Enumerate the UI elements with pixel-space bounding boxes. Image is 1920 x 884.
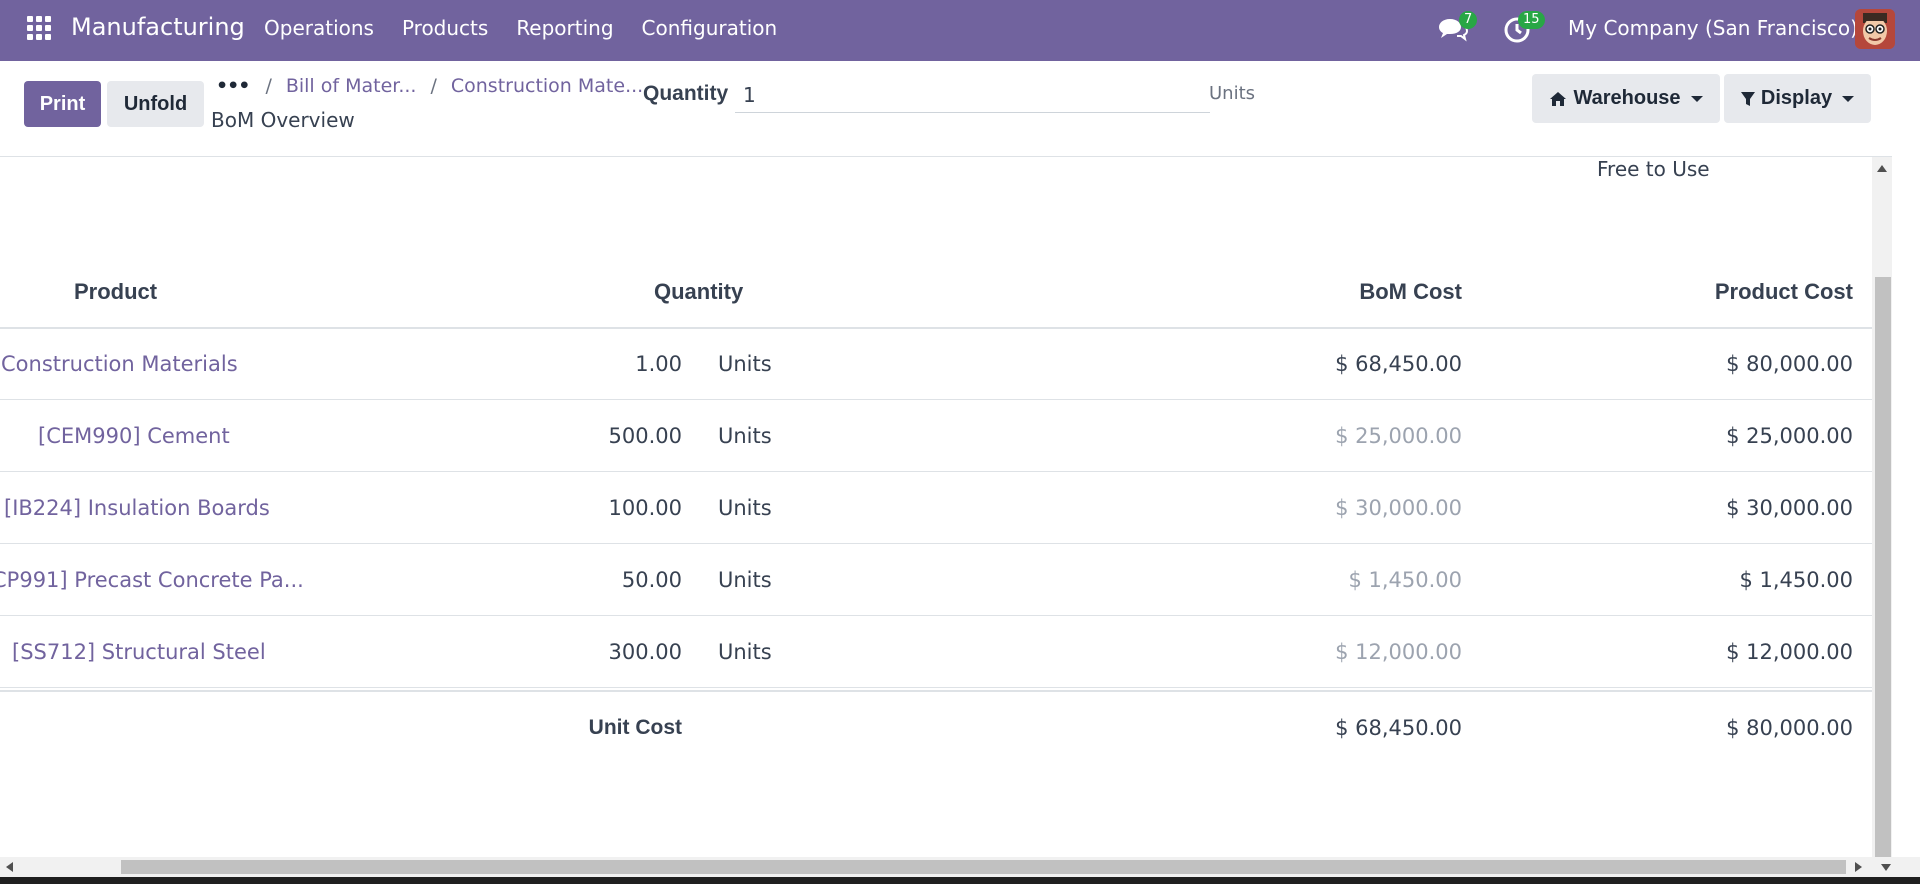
user-avatar[interactable]	[1855, 9, 1895, 49]
app-brand[interactable]: Manufacturing	[71, 13, 245, 41]
vertical-scroll-thumb[interactable]	[1875, 277, 1891, 857]
display-dropdown-button[interactable]: Display	[1724, 74, 1871, 123]
row-bom-cost: $ 30,000.00	[1335, 496, 1462, 520]
scroll-up-arrow-icon[interactable]	[1877, 165, 1887, 172]
row-bom-cost: $ 12,000.00	[1335, 640, 1462, 664]
right-margin	[1892, 61, 1920, 857]
row-unit: Units	[718, 496, 772, 520]
home-icon	[1549, 91, 1567, 107]
header-product-cost: Product Cost	[1714, 279, 1853, 304]
horizontal-scrollbar[interactable]	[0, 857, 1872, 877]
menu-products[interactable]: Products	[402, 16, 488, 40]
bom-report: Free to Use Product Quantity BoM Cost Pr…	[0, 157, 1872, 857]
top-navbar: Manufacturing Operations Products Report…	[0, 0, 1920, 61]
table-row: [IB224] Insulation Boards 100.00 Units $…	[0, 472, 1872, 544]
product-link[interactable]: [SS712] Structural Steel	[12, 640, 266, 664]
breadcrumb-construction-materials[interactable]: Construction Mate...	[451, 75, 643, 97]
scroll-left-arrow-icon[interactable]	[6, 862, 13, 872]
row-quantity: 50.00	[621, 568, 682, 592]
row-product-cost: $ 30,000.00	[1726, 496, 1853, 520]
row-quantity: 300.00	[608, 640, 682, 664]
chevron-down-icon	[1842, 95, 1855, 102]
unit-cost-label: Unit Cost	[588, 716, 682, 739]
row-bom-cost: $ 68,450.00	[1335, 352, 1462, 376]
page-title: BoM Overview	[211, 108, 355, 132]
unfold-button[interactable]: Unfold	[107, 81, 204, 127]
menu-configuration[interactable]: Configuration	[642, 16, 778, 40]
row-product-cost: $ 25,000.00	[1726, 424, 1853, 448]
header-bom-cost: BoM Cost	[1359, 279, 1462, 304]
header-quantity: Quantity	[654, 279, 744, 304]
scrollbar-corner	[1872, 857, 1920, 877]
taskbar-edge	[0, 877, 1920, 884]
breadcrumb-separator: /	[265, 75, 272, 97]
table-row: [SS712] Structural Steel 300.00 Units $ …	[0, 616, 1872, 688]
row-unit: Units	[718, 568, 772, 592]
scroll-right-arrow-icon[interactable]	[1855, 862, 1862, 872]
display-label: Display	[1760, 87, 1833, 109]
product-link[interactable]: [IB224] Insulation Boards	[4, 496, 270, 520]
row-product-cost: $ 12,000.00	[1726, 640, 1853, 664]
table-row: CP991] Precast Concrete Pa... 50.00 Unit…	[0, 544, 1872, 616]
breadcrumb-separator: /	[430, 75, 437, 97]
row-unit: Units	[718, 640, 772, 664]
header-product: Product	[74, 279, 158, 304]
row-bom-cost: $ 1,450.00	[1348, 568, 1462, 592]
messages-count-badge: 7	[1459, 11, 1478, 29]
total-row: Unit Cost $ 68,450.00 $ 80,000.00	[0, 690, 1872, 762]
filter-icon	[1740, 91, 1755, 107]
vertical-scrollbar[interactable]	[1872, 157, 1892, 857]
free-to-use-label: Free to Use	[1597, 157, 1710, 181]
breadcrumb: ••• / Bill of Mater... / Construction Ma…	[216, 75, 657, 97]
quantity-input[interactable]	[735, 77, 1210, 113]
table-row: [CEM990] Cement 500.00 Units $ 25,000.00…	[0, 400, 1872, 472]
control-panel: Print Unfold ••• / Bill of Mater... / Co…	[0, 61, 1920, 157]
row-quantity: 100.00	[608, 496, 682, 520]
table-row: Construction Materials 1.00 Units $ 68,4…	[0, 328, 1872, 400]
breadcrumb-more-icon[interactable]: •••	[216, 75, 250, 97]
row-product-cost: $ 80,000.00	[1726, 352, 1853, 376]
total-bom-cost: $ 68,450.00	[1335, 716, 1462, 740]
row-unit: Units	[718, 424, 772, 448]
total-product-cost: $ 80,000.00	[1726, 716, 1853, 740]
scroll-down-arrow-icon[interactable]	[1881, 864, 1891, 871]
product-link[interactable]: Construction Materials	[1, 352, 238, 376]
row-unit: Units	[718, 352, 772, 376]
breadcrumb-bill-of-materials[interactable]: Bill of Mater...	[286, 75, 417, 97]
print-button[interactable]: Print	[24, 81, 101, 127]
horizontal-scroll-thumb[interactable]	[121, 860, 1846, 874]
chevron-down-icon	[1690, 95, 1703, 102]
warehouse-dropdown-button[interactable]: Warehouse	[1532, 74, 1720, 123]
product-link[interactable]: [CEM990] Cement	[38, 424, 230, 448]
quantity-unit: Units	[1209, 83, 1256, 104]
warehouse-label: Warehouse	[1573, 87, 1681, 109]
row-bom-cost: $ 25,000.00	[1335, 424, 1462, 448]
row-quantity: 500.00	[608, 424, 682, 448]
quantity-label: Quantity	[643, 82, 729, 105]
apps-menu-icon[interactable]	[27, 16, 51, 40]
menu-reporting[interactable]: Reporting	[516, 16, 613, 40]
company-switcher[interactable]: My Company (San Francisco)	[1568, 16, 1858, 40]
row-product-cost: $ 1,450.00	[1739, 568, 1853, 592]
product-link[interactable]: CP991] Precast Concrete Pa...	[0, 568, 304, 592]
menu-operations[interactable]: Operations	[264, 16, 374, 40]
activities-count-badge: 15	[1518, 11, 1545, 29]
main-menu: Operations Products Reporting Configurat…	[264, 16, 805, 40]
row-quantity: 1.00	[635, 352, 682, 376]
